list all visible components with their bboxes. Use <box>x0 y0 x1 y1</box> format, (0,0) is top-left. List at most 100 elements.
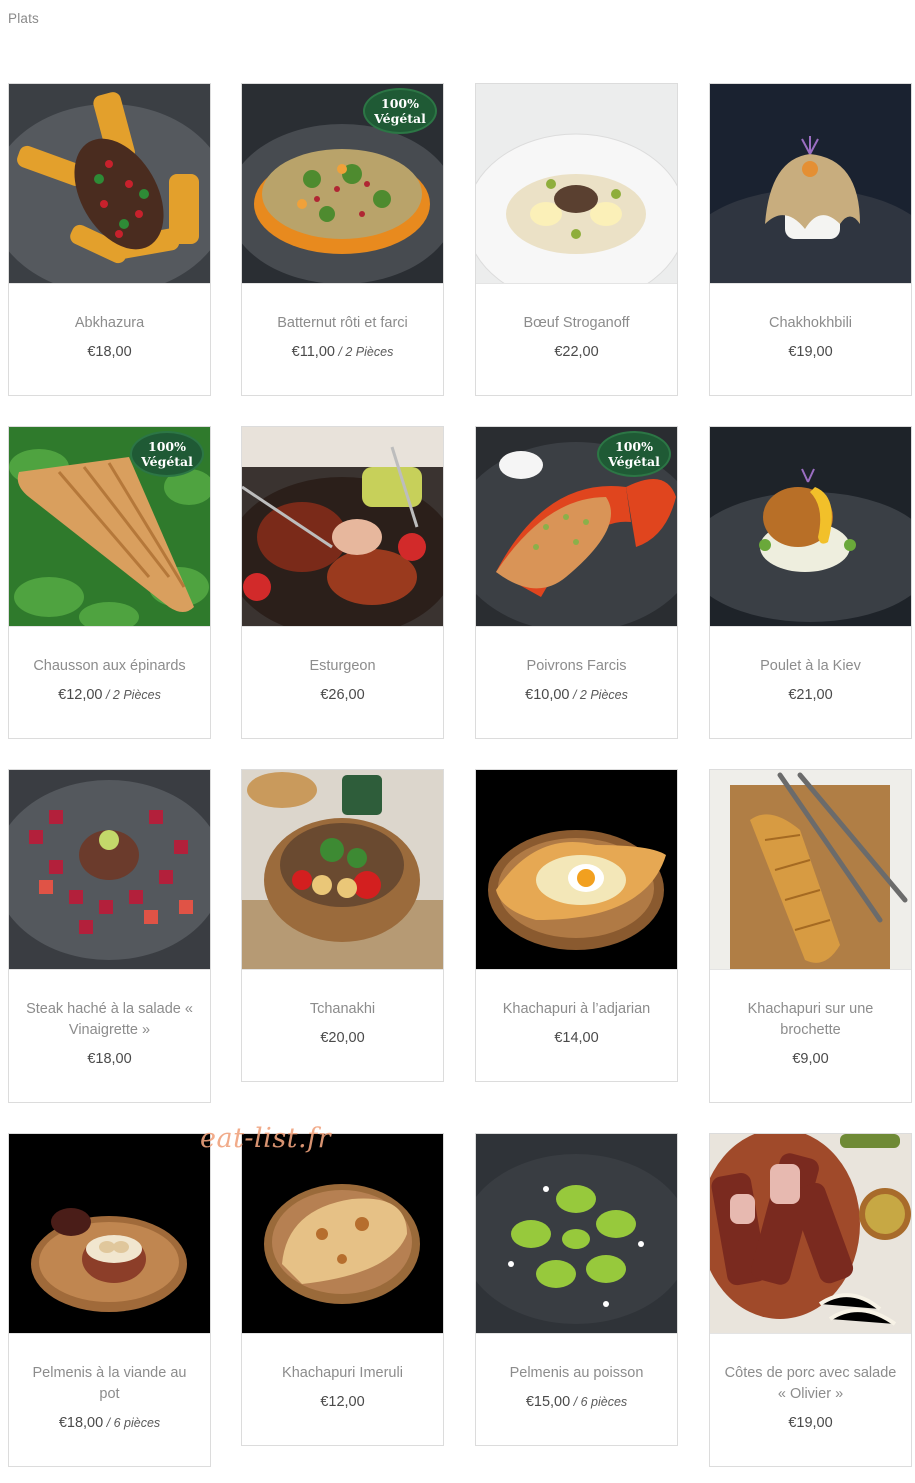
dish-card[interactable]: Pelmenis à la viande au pot €18,00 / 6 pi… <box>8 1133 211 1467</box>
dish-price: €18,00 <box>58 1415 104 1431</box>
grilled-meat-with-potatoes-image[interactable] <box>9 84 210 284</box>
dish-name[interactable]: Steak haché à la salade « Vinaigrette » <box>9 999 210 1041</box>
unit-separator: / <box>569 688 580 702</box>
dish-price-line: €21,00 <box>710 687 911 703</box>
dish-name[interactable]: Khachapuri sur une brochette <box>710 999 911 1041</box>
dish-price-line: €18,00 <box>9 344 210 360</box>
stuffed-squash-image[interactable]: 100% Végétal <box>242 84 443 284</box>
dish-price-line: €12,00 <box>242 1394 443 1410</box>
dish-price: €20,00 <box>320 1030 365 1046</box>
dish-card[interactable]: Poulet à la Kiev €21,00 <box>709 426 912 739</box>
vegetal-badge-percent: 100% <box>148 439 186 454</box>
dish-card[interactable]: Khachapuri Imeruli €12,00 <box>241 1133 444 1446</box>
dish-card[interactable]: Abkhazura €18,00 <box>8 83 211 396</box>
watermark: eat-list.fr <box>200 1123 332 1154</box>
dish-name[interactable]: Khachapuri à l’adjarian <box>476 999 677 1020</box>
dish-card[interactable]: Khachapuri sur une brochette €9,00 <box>709 769 912 1103</box>
dish-name[interactable]: Abkhazura <box>9 313 210 334</box>
dish-card[interactable]: Pelmenis au poisson €15,00 / 6 pièces <box>475 1133 678 1446</box>
vegetal-badge-label: Végétal <box>141 454 193 469</box>
vegetal-badge-percent: 100% <box>615 439 653 454</box>
vegetal-badge-label: Végétal <box>374 111 426 126</box>
pelmeni-pot-image[interactable] <box>9 1134 210 1334</box>
dish-price-line: €11,00 / 2 Pièces <box>242 344 443 360</box>
dish-card[interactable]: Khachapuri à l’adjarian €14,00 <box>475 769 678 1082</box>
unit-separator: / <box>102 688 113 702</box>
imeruli-khachapuri-image[interactable] <box>242 1134 443 1334</box>
clay-pot-stew-image[interactable] <box>242 770 443 970</box>
stuffed-peppers-image[interactable]: 100% Végétal <box>476 427 677 627</box>
beef-stroganoff-bowl-image[interactable] <box>476 84 677 284</box>
dish-price-line: €22,00 <box>476 344 677 360</box>
chicken-kiev-image[interactable] <box>710 427 911 627</box>
dish-name[interactable]: Pelmenis à la viande au pot <box>9 1363 210 1405</box>
dish-name[interactable]: Khachapuri Imeruli <box>242 1363 443 1384</box>
dish-name[interactable]: Chakhokhbili <box>710 313 911 334</box>
dish-price: €9,00 <box>792 1051 829 1067</box>
dish-card[interactable]: Esturgeon €26,00 <box>241 426 444 739</box>
vegetal-badge: 100% Végétal <box>597 431 671 477</box>
spinach-pastry-image[interactable]: 100% Végétal <box>9 427 210 627</box>
dish-card[interactable]: 100% Végétal Chausson aux épinards €12,00 /… <box>8 426 211 739</box>
dish-price: €10,00 <box>525 687 570 703</box>
dish-price-line: €20,00 <box>242 1030 443 1046</box>
dish-name[interactable]: Esturgeon <box>242 656 443 677</box>
vegetal-badge-percent: 100% <box>381 96 419 111</box>
dish-price: €21,00 <box>788 687 833 703</box>
dish-card[interactable]: 100% Végétal Poivrons Farcis €10,00 / 2 Piè… <box>475 426 678 739</box>
unit-separator: / <box>334 345 346 359</box>
unit-separator: / <box>570 1395 581 1409</box>
khachapuri-skewer-image[interactable] <box>710 770 911 970</box>
pork-ribs-image[interactable] <box>710 1134 911 1334</box>
dish-price-line: €12,00 / 2 Pièces <box>9 687 210 703</box>
dish-name[interactable]: Chausson aux épinards <box>9 656 210 677</box>
dish-unit: 6 pièces <box>580 1395 628 1409</box>
dish-unit: 6 pièces <box>113 1416 161 1430</box>
dish-unit: 2 Pièces <box>112 688 161 702</box>
green-fish-pelmeni-image[interactable] <box>476 1134 677 1334</box>
dish-price: €18,00 <box>87 344 132 360</box>
dish-price: €26,00 <box>320 687 365 703</box>
chicken-stew-rice-image[interactable] <box>710 84 911 284</box>
dish-card[interactable]: Côtes de porc avec salade « Olivier » €19… <box>709 1133 912 1467</box>
dish-name[interactable]: Poivrons Farcis <box>476 656 677 677</box>
vegetal-badge: 100% Végétal <box>130 431 204 477</box>
dish-grid: Abkhazura €18,00 100% Végétal Batternut rôt… <box>0 0 915 1483</box>
dish-price-line: €26,00 <box>242 687 443 703</box>
vegetal-badge: 100% Végétal <box>363 88 437 134</box>
beet-salad-steak-image[interactable] <box>9 770 210 970</box>
dish-card[interactable]: Chakhokhbili €19,00 <box>709 83 912 396</box>
dish-price: €12,00 <box>320 1394 365 1410</box>
dish-name[interactable]: Côtes de porc avec salade « Olivier » <box>710 1363 911 1405</box>
dish-card[interactable]: Tchanakhi €20,00 <box>241 769 444 1082</box>
unit-separator: / <box>103 1416 114 1430</box>
dish-price-line: €9,00 <box>710 1051 911 1067</box>
dish-price: €11,00 <box>291 344 335 360</box>
grilled-sturgeon-image[interactable] <box>242 427 443 627</box>
dish-price-line: €18,00 <box>9 1051 210 1067</box>
dish-price: €19,00 <box>788 344 833 360</box>
dish-price: €12,00 <box>58 687 103 703</box>
dish-price-line: €15,00 / 6 pièces <box>476 1394 677 1410</box>
dish-name[interactable]: Pelmenis au poisson <box>476 1363 677 1384</box>
vegetal-badge-label: Végétal <box>608 454 660 469</box>
dish-price-line: €18,00 / 6 pièces <box>9 1415 210 1431</box>
dish-name[interactable]: Bœuf Stroganoff <box>476 313 677 334</box>
dish-card[interactable]: Steak haché à la salade « Vinaigrette » €… <box>8 769 211 1103</box>
dish-price-line: €19,00 <box>710 1415 911 1431</box>
dish-card[interactable]: Bœuf Stroganoff €22,00 <box>475 83 678 396</box>
dish-price: €15,00 <box>525 1394 571 1410</box>
dish-price: €19,00 <box>788 1415 833 1431</box>
dish-unit: 2 Pièces <box>579 688 628 702</box>
dish-price-line: €14,00 <box>476 1030 677 1046</box>
adjarian-khachapuri-image[interactable] <box>476 770 677 970</box>
dish-price-line: €10,00 / 2 Pièces <box>476 687 677 703</box>
dish-name[interactable]: Batternut rôti et farci <box>242 313 443 334</box>
dish-name[interactable]: Poulet à la Kiev <box>710 656 911 677</box>
dish-price: €22,00 <box>554 344 599 360</box>
dish-price: €18,00 <box>87 1051 132 1067</box>
dish-card[interactable]: 100% Végétal Batternut rôti et farci €11,00… <box>241 83 444 396</box>
dish-name[interactable]: Tchanakhi <box>242 999 443 1020</box>
dish-price-line: €19,00 <box>710 344 911 360</box>
dish-unit: 2 Pièces <box>345 345 394 359</box>
